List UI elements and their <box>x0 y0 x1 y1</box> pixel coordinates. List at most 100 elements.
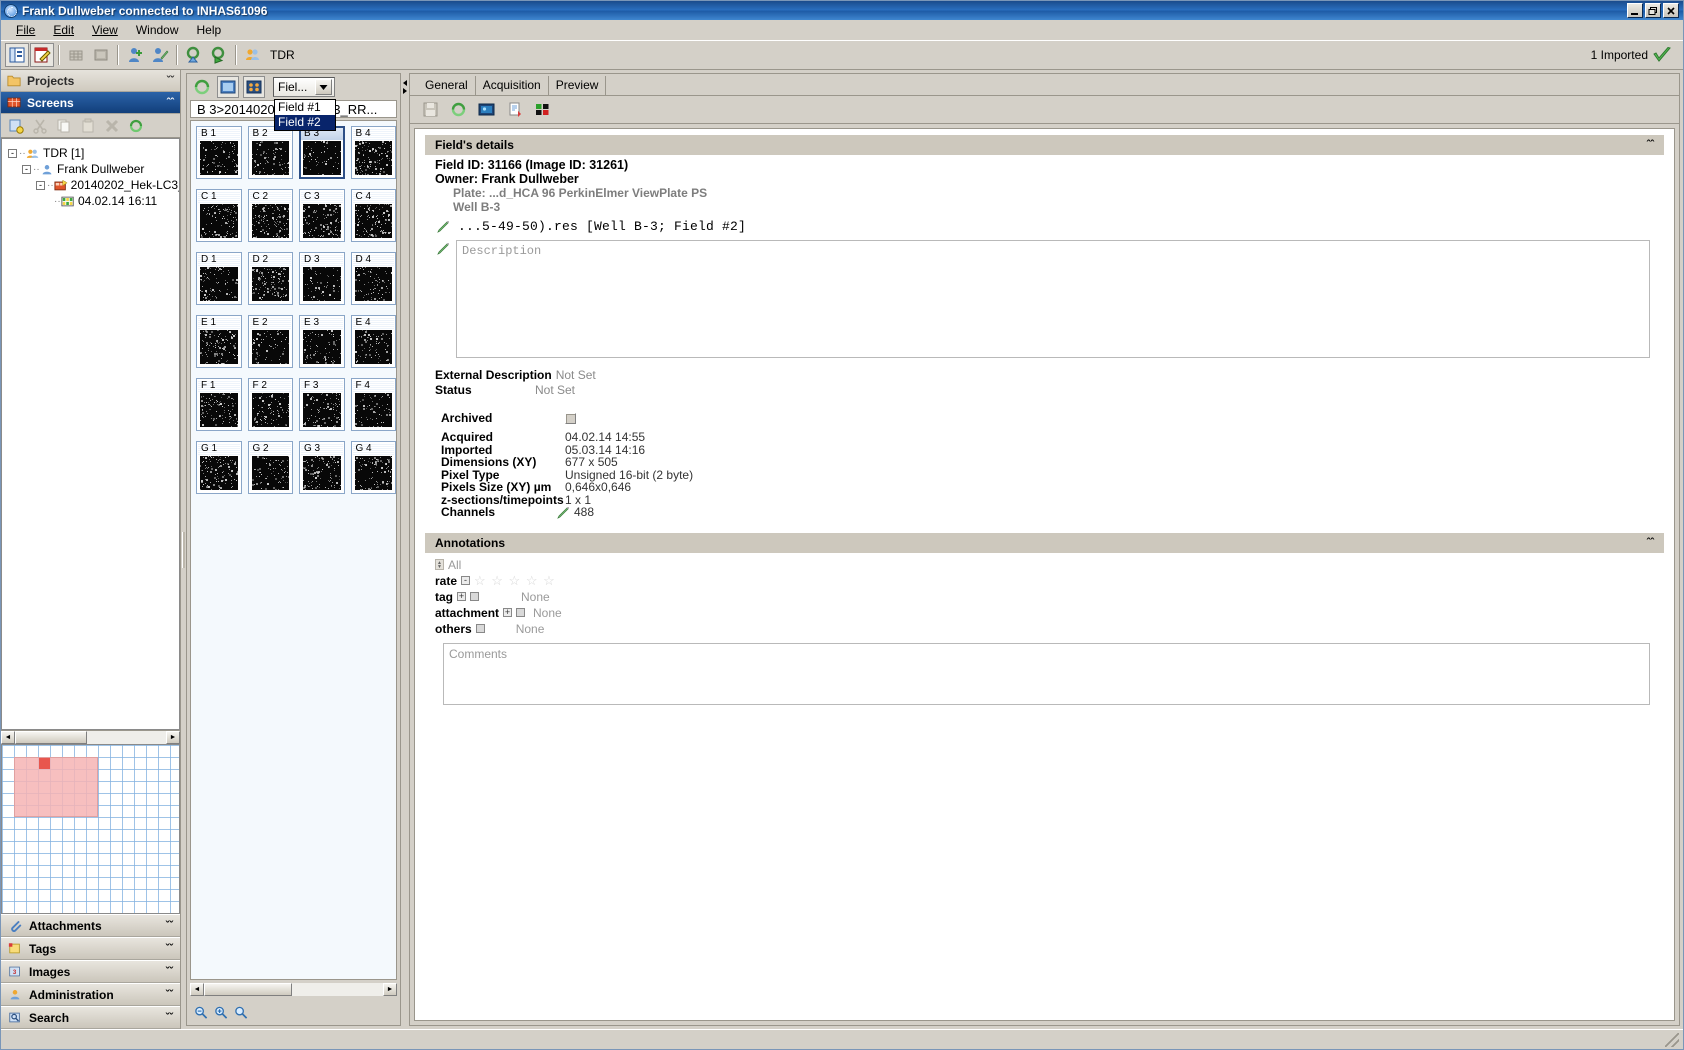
paste-icon[interactable] <box>79 117 97 135</box>
chevron-up-icon[interactable]: ˆˆ <box>1647 139 1654 151</box>
well-thumbnail[interactable] <box>251 330 289 364</box>
refresh-icon[interactable] <box>191 76 213 98</box>
annotation-collapse-toggle[interactable]: - <box>470 592 479 601</box>
thumbnails-grid[interactable]: B 1 B 2 B 3 B 4 C 1 C 2 C 3 C 4 D 1 D 2 … <box>190 120 397 980</box>
refresh-icon[interactable] <box>127 117 145 135</box>
annotation-add-toggle[interactable]: + <box>457 592 466 601</box>
scroll-left-arrow[interactable]: ◄ <box>1 731 15 744</box>
chevron-down-icon[interactable]: ˇˇ <box>166 1012 173 1024</box>
well-thumbnail[interactable] <box>251 456 289 490</box>
well-d3[interactable]: D 3 <box>299 252 345 305</box>
rating-stars[interactable]: ☆ ☆ ☆ ☆ ☆ <box>474 573 556 589</box>
screens-tree[interactable]: - ·· TDR [1] - ·· Frank Dullweber - ·· 2… <box>1 138 180 730</box>
well-e3[interactable]: E 3 <box>299 315 345 368</box>
plate-selection-region[interactable] <box>14 757 98 817</box>
show-image-icon[interactable] <box>476 100 496 120</box>
tree-item-screen[interactable]: - ·· 20140202_Hek-LC3_ <box>6 177 179 193</box>
well-b4[interactable]: B 4 <box>350 126 396 179</box>
archived-checkbox[interactable] <box>565 412 576 424</box>
channels-icon[interactable] <box>532 100 552 120</box>
well-thumbnail[interactable] <box>354 330 392 364</box>
annotation-collapse-toggle[interactable]: - <box>516 608 526 617</box>
sidebar-item-attachments[interactable]: Attachments ˇˇ <box>1 914 180 937</box>
scroll-track[interactable] <box>15 731 166 744</box>
well-e4[interactable]: E 4 <box>350 315 396 368</box>
chevron-up-icon[interactable]: ˆˆ <box>167 97 174 109</box>
well-thumbnail[interactable] <box>200 204 238 238</box>
scroll-thumb[interactable] <box>204 983 292 996</box>
thumbnails-horizontal-scrollbar[interactable]: ◄ ► <box>190 982 397 997</box>
well-thumbnail[interactable] <box>251 204 289 238</box>
user-add-icon[interactable] <box>123 43 147 67</box>
annotations-spinner[interactable]: ▲ ▼ <box>435 559 444 570</box>
well-f2[interactable]: F 2 <box>247 378 293 431</box>
menu-help[interactable]: Help <box>188 21 231 39</box>
description-input[interactable]: Description <box>456 240 1650 358</box>
well-d4[interactable]: D 4 <box>350 252 396 305</box>
users-group-icon[interactable] <box>241 43 265 67</box>
well-thumbnail[interactable] <box>303 330 341 364</box>
sidebar-item-tags[interactable]: Tags ˇˇ <box>1 937 180 960</box>
user-edit-icon[interactable] <box>148 43 172 67</box>
well-thumbnail[interactable] <box>200 393 238 427</box>
expand-right-icon[interactable] <box>403 88 407 94</box>
well-thumbnail[interactable] <box>200 330 238 364</box>
annotation-collapse-toggle[interactable]: - <box>461 576 471 585</box>
chevron-down-icon[interactable]: ˇˇ <box>166 989 173 1001</box>
well-thumbnail[interactable] <box>354 393 392 427</box>
field-selector-combo[interactable]: Fiel... Field #1 Field #2 <box>273 77 336 131</box>
sidebar-group-screens[interactable]: Screens ˆˆ <box>1 92 180 114</box>
scroll-thumb[interactable] <box>15 731 87 744</box>
refresh-icon[interactable] <box>448 100 468 120</box>
chevron-down-icon[interactable]: ˇˇ <box>167 75 174 87</box>
well-thumbnail[interactable] <box>303 141 341 175</box>
tab-acquisition[interactable]: Acquisition <box>476 76 549 95</box>
edit-pencil-icon[interactable] <box>557 506 570 519</box>
well-thumbnail[interactable] <box>354 267 392 301</box>
annotations-header[interactable]: Annotations ˆˆ <box>425 532 1664 553</box>
well-b2[interactable]: B 2 <box>247 126 293 179</box>
chevron-down-icon[interactable] <box>315 79 332 95</box>
menu-file[interactable]: File <box>7 21 44 39</box>
sidebar-group-projects[interactable]: Projects ˇˇ <box>1 70 180 92</box>
grid-view-icon[interactable] <box>64 43 88 67</box>
single-view-icon[interactable] <box>217 76 239 98</box>
fields-details-header[interactable]: Field's details ˆˆ <box>425 135 1664 155</box>
well-f1[interactable]: F 1 <box>196 378 242 431</box>
collapse-left-icon[interactable] <box>403 80 407 86</box>
export-report-icon[interactable] <box>504 100 524 120</box>
image-view-icon[interactable] <box>89 43 113 67</box>
comments-input[interactable]: Comments <box>443 642 1650 705</box>
import-icon[interactable] <box>182 43 206 67</box>
well-thumbnail[interactable] <box>251 267 289 301</box>
well-d1[interactable]: D 1 <box>196 252 242 305</box>
scroll-left-arrow[interactable]: ◄ <box>190 983 204 996</box>
new-icon[interactable] <box>7 117 25 135</box>
well-e2[interactable]: E 2 <box>247 315 293 368</box>
plate-selected-well[interactable] <box>39 758 50 769</box>
tree-item-tdr[interactable]: - ·· TDR [1] <box>6 145 175 161</box>
well-thumbnail[interactable] <box>251 393 289 427</box>
zoom-in-icon[interactable] <box>213 1004 229 1020</box>
tree-expander-screen[interactable]: - <box>36 180 45 190</box>
chevron-down-icon[interactable]: ˇˇ <box>166 966 173 978</box>
right-splitter[interactable] <box>401 70 409 1029</box>
annotation-collapse-toggle[interactable]: - <box>475 624 485 633</box>
scroll-right-arrow[interactable]: ► <box>383 983 397 996</box>
well-thumbnail[interactable] <box>303 393 341 427</box>
tab-preview[interactable]: Preview <box>549 76 607 95</box>
well-c3[interactable]: C 3 <box>299 189 345 242</box>
delete-icon[interactable] <box>103 117 121 135</box>
resize-grip[interactable] <box>1665 1032 1679 1047</box>
field-selector-dropdown[interactable]: Field #1 Field #2 <box>274 99 336 131</box>
sidebar-item-images[interactable]: 3 Images ˇˇ <box>1 960 180 983</box>
well-g2[interactable]: G 2 <box>247 441 293 494</box>
well-thumbnail[interactable] <box>303 204 341 238</box>
minimize-button[interactable] <box>1627 3 1643 18</box>
well-thumbnail[interactable] <box>303 267 341 301</box>
tree-expander-tdr[interactable]: - <box>8 148 17 158</box>
well-b3[interactable]: B 3 <box>299 126 345 179</box>
sidebar-item-search[interactable]: Search ˇˇ <box>1 1006 180 1029</box>
edit-document-icon[interactable] <box>30 43 54 67</box>
well-c4[interactable]: C 4 <box>350 189 396 242</box>
